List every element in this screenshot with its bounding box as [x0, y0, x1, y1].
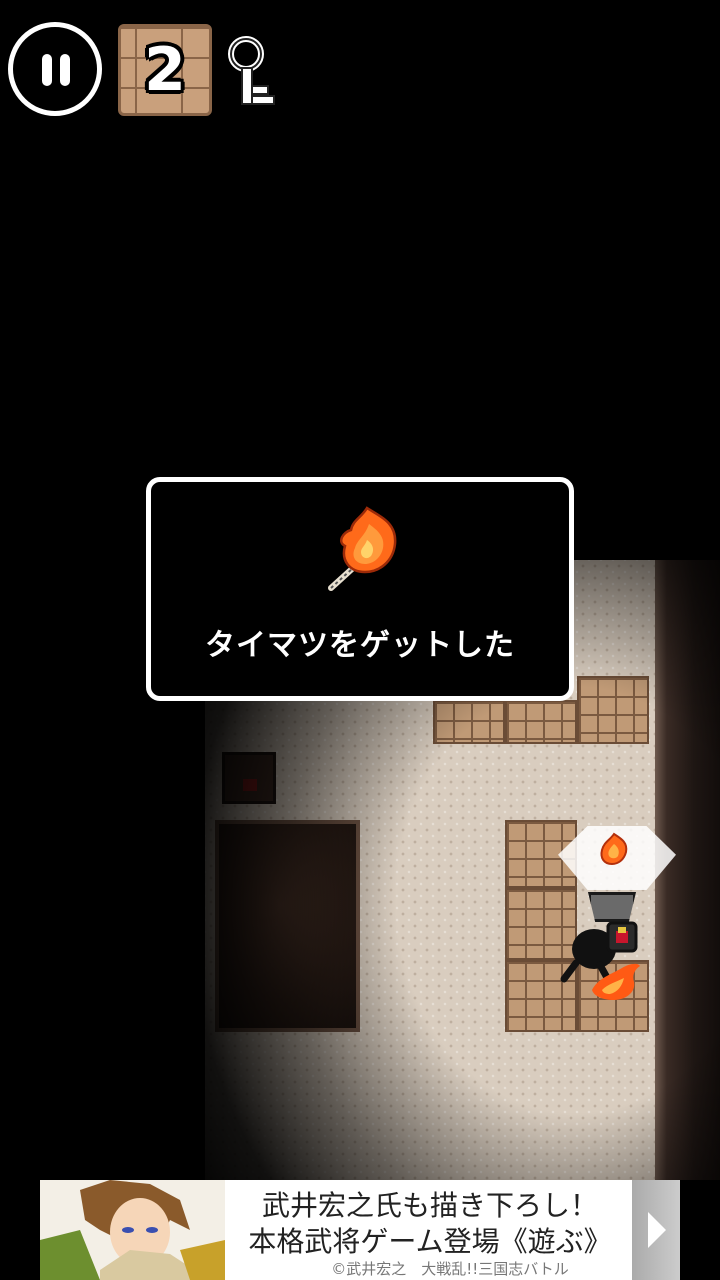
ad-credit: ©武井宏之 大戦乱!!三国志バトル	[331, 1260, 569, 1278]
pause-icon-bar	[60, 54, 70, 86]
chevron-right-icon[interactable]	[632, 1180, 680, 1280]
fireball-icon	[592, 963, 640, 1000]
dialog-message: タイマツをゲットした	[205, 628, 515, 663]
item-get-dialog[interactable]: タイマツをゲットした	[146, 477, 574, 701]
pause-button[interactable]	[8, 22, 102, 116]
brick-block	[433, 700, 505, 744]
ad-headline: 武井宏之氏も描き下ろし！	[261, 1189, 598, 1222]
torch-icon[interactable]	[594, 830, 634, 870]
pit-hole	[215, 820, 360, 1032]
pause-icon	[42, 54, 52, 86]
torch-icon	[328, 506, 397, 591]
ad-subheadline: 本格武将ゲーム登場《遊ぶ》	[248, 1225, 612, 1258]
brick-block	[577, 676, 649, 744]
treasure-chest-icon[interactable]	[222, 752, 276, 804]
key-icon	[228, 36, 275, 105]
floor-counter: 2	[118, 24, 212, 116]
ad-character-image	[40, 1180, 225, 1280]
brick-block	[505, 700, 577, 744]
ad-banner[interactable]: 武井宏之氏も描き下ろし！ 本格武将ゲーム登場《遊ぶ》 ©武井宏之 大戦乱!!三国…	[40, 1180, 680, 1280]
dungeon-wall	[655, 560, 720, 1180]
floor-number: 2	[144, 35, 186, 105]
